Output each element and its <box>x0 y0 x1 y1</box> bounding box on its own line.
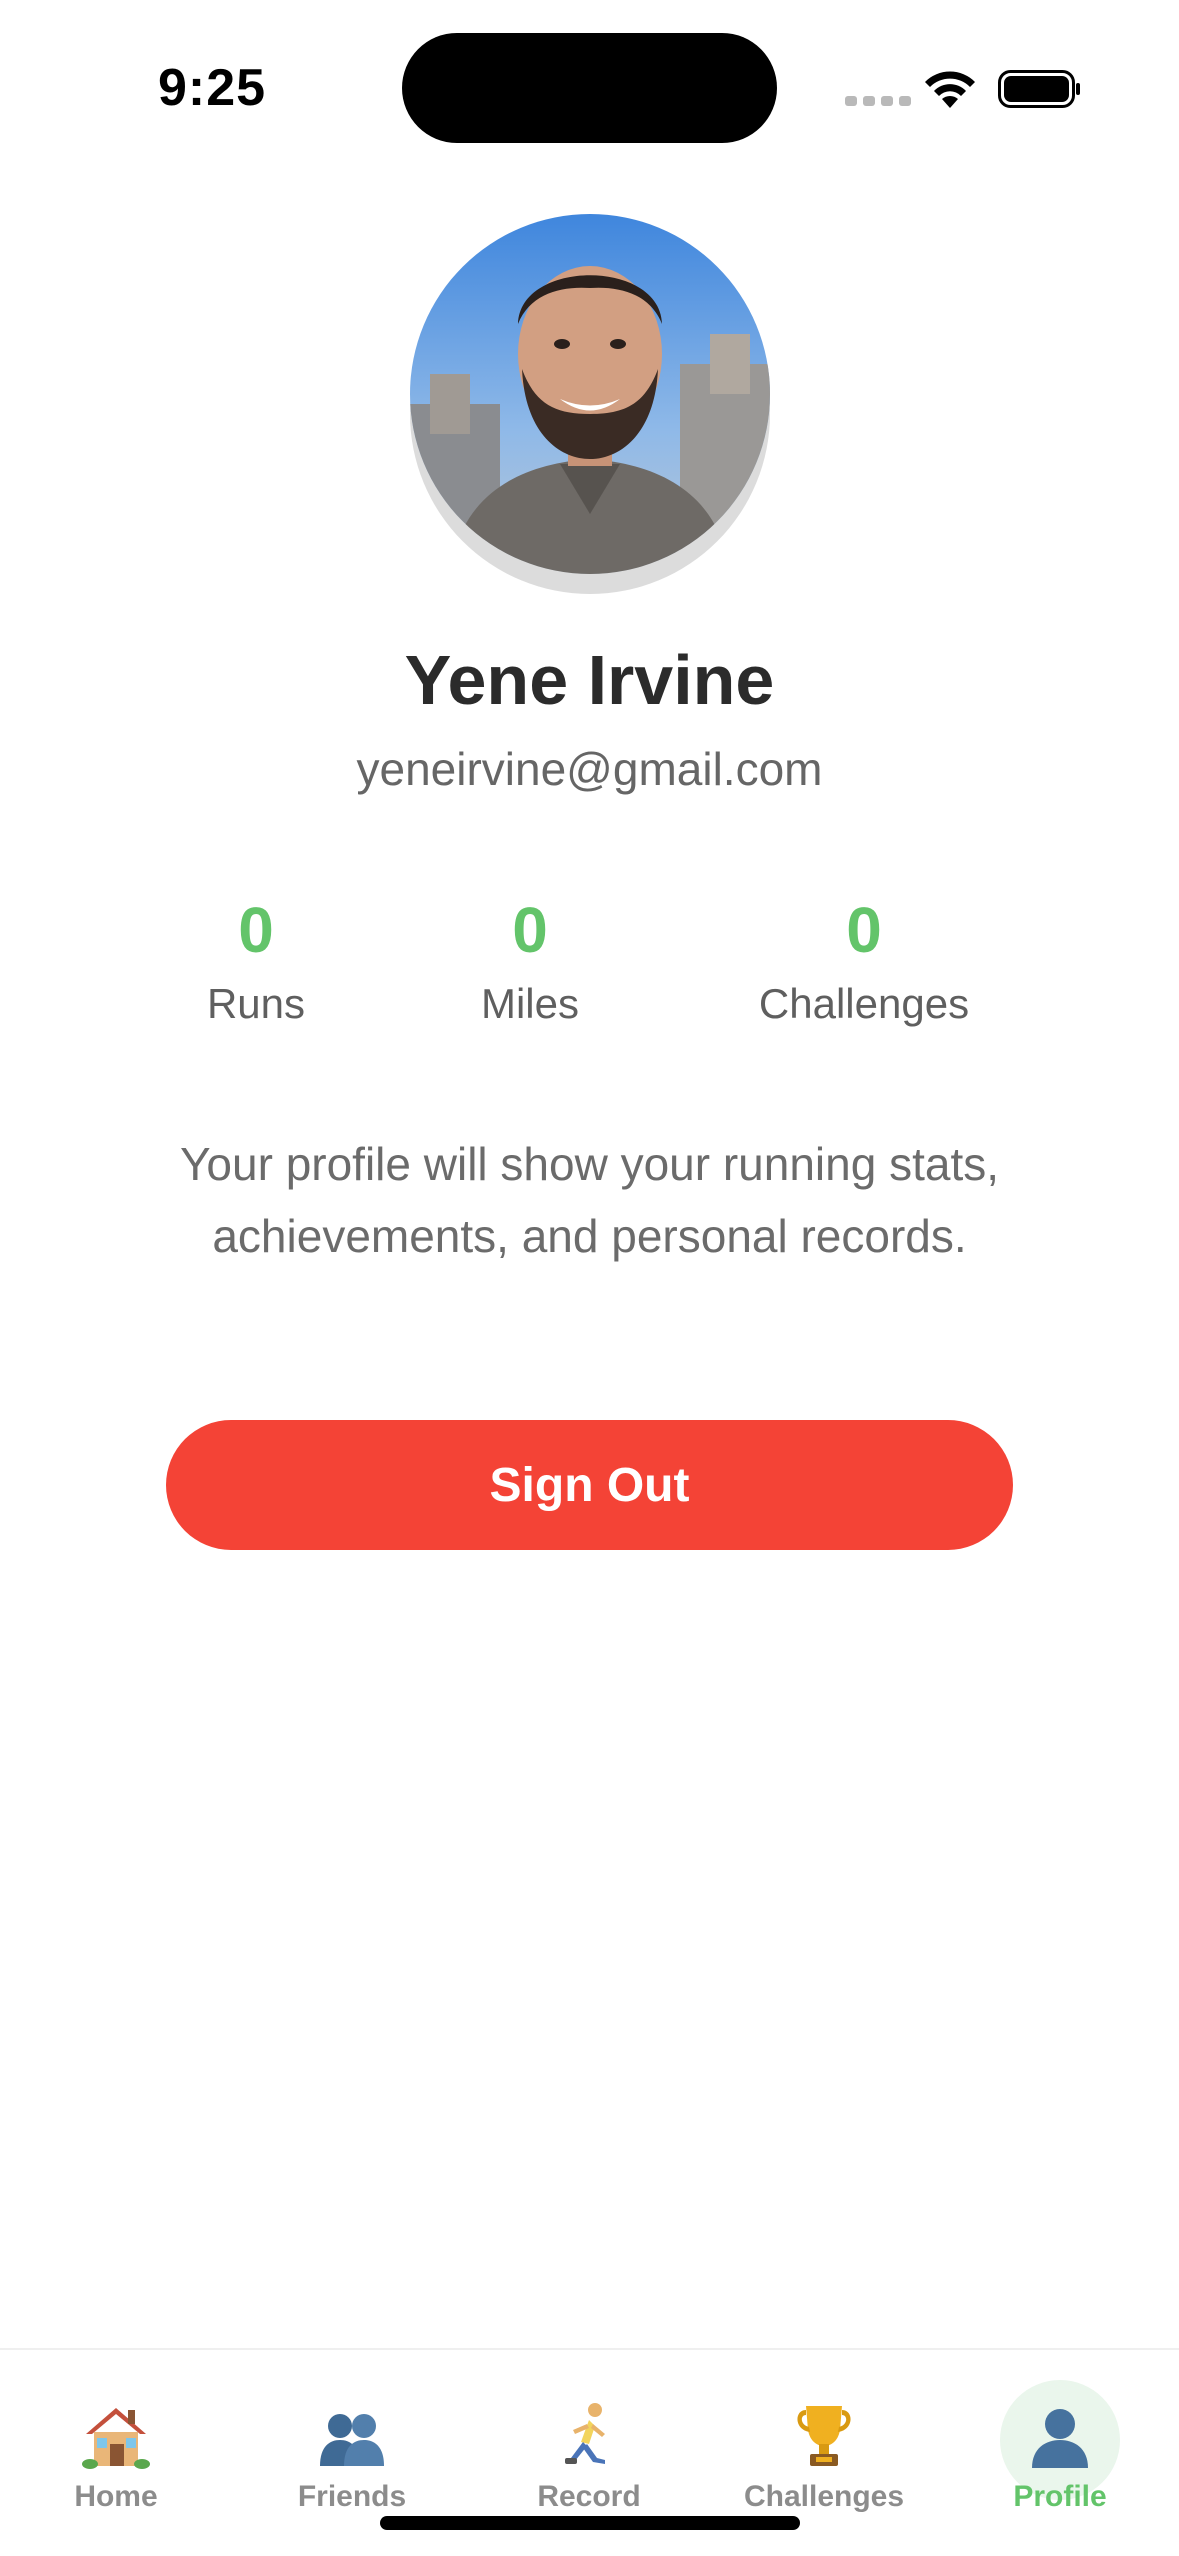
sign-out-button[interactable]: Sign Out <box>166 1420 1013 1550</box>
tab-home-label: Home <box>74 2480 158 2513</box>
status-time: 9:25 <box>158 59 267 117</box>
home-indicator[interactable] <box>380 2516 800 2530</box>
avatar-photo <box>410 214 770 574</box>
tab-profile[interactable]: Profile <box>960 2350 1160 2540</box>
stat-miles-value: 0 <box>512 894 548 966</box>
house-icon <box>82 2408 150 2469</box>
tab-challenges-label: Challenges <box>743 2480 905 2513</box>
stat-challenges-value: 0 <box>846 894 882 966</box>
battery-icon <box>998 70 1080 108</box>
stat-runs: 0 Runs <box>96 890 416 1032</box>
cellular-signal-icon <box>845 96 911 106</box>
tab-friends-label: Friends <box>297 2480 407 2513</box>
profile-screen: 9:25 Yene Irvine yeneirvine@gmail.com 0 … <box>0 0 1179 2556</box>
stat-challenges-label: Challenges <box>758 980 970 1027</box>
stat-challenges: 0 Challenges <box>704 890 1024 1032</box>
tab-home[interactable]: Home <box>16 2350 216 2540</box>
wifi-icon <box>925 71 975 108</box>
stat-miles: 0 Miles <box>370 890 690 1032</box>
tab-challenges[interactable]: Challenges <box>724 2350 924 2540</box>
stat-runs-label: Runs <box>206 980 306 1027</box>
people-icon <box>320 2414 384 2466</box>
stat-runs-value: 0 <box>238 894 274 966</box>
runner-icon <box>565 2403 605 2464</box>
tab-record[interactable]: Record <box>489 2350 689 2540</box>
person-icon <box>1032 2409 1088 2468</box>
profile-name: Yene Irvine <box>404 641 775 719</box>
trophy-icon <box>797 2406 851 2466</box>
profile-email: yeneirvine@gmail.com <box>356 743 823 795</box>
tab-friends[interactable]: Friends <box>252 2350 452 2540</box>
profile-info-text: Your profile will show your running stat… <box>179 1138 1000 1262</box>
tab-record-label: Record <box>537 2480 641 2513</box>
dynamic-island <box>402 33 777 143</box>
avatar[interactable] <box>408 212 772 598</box>
tab-profile-label: Profile <box>1013 2480 1107 2513</box>
stat-miles-label: Miles <box>480 980 579 1027</box>
